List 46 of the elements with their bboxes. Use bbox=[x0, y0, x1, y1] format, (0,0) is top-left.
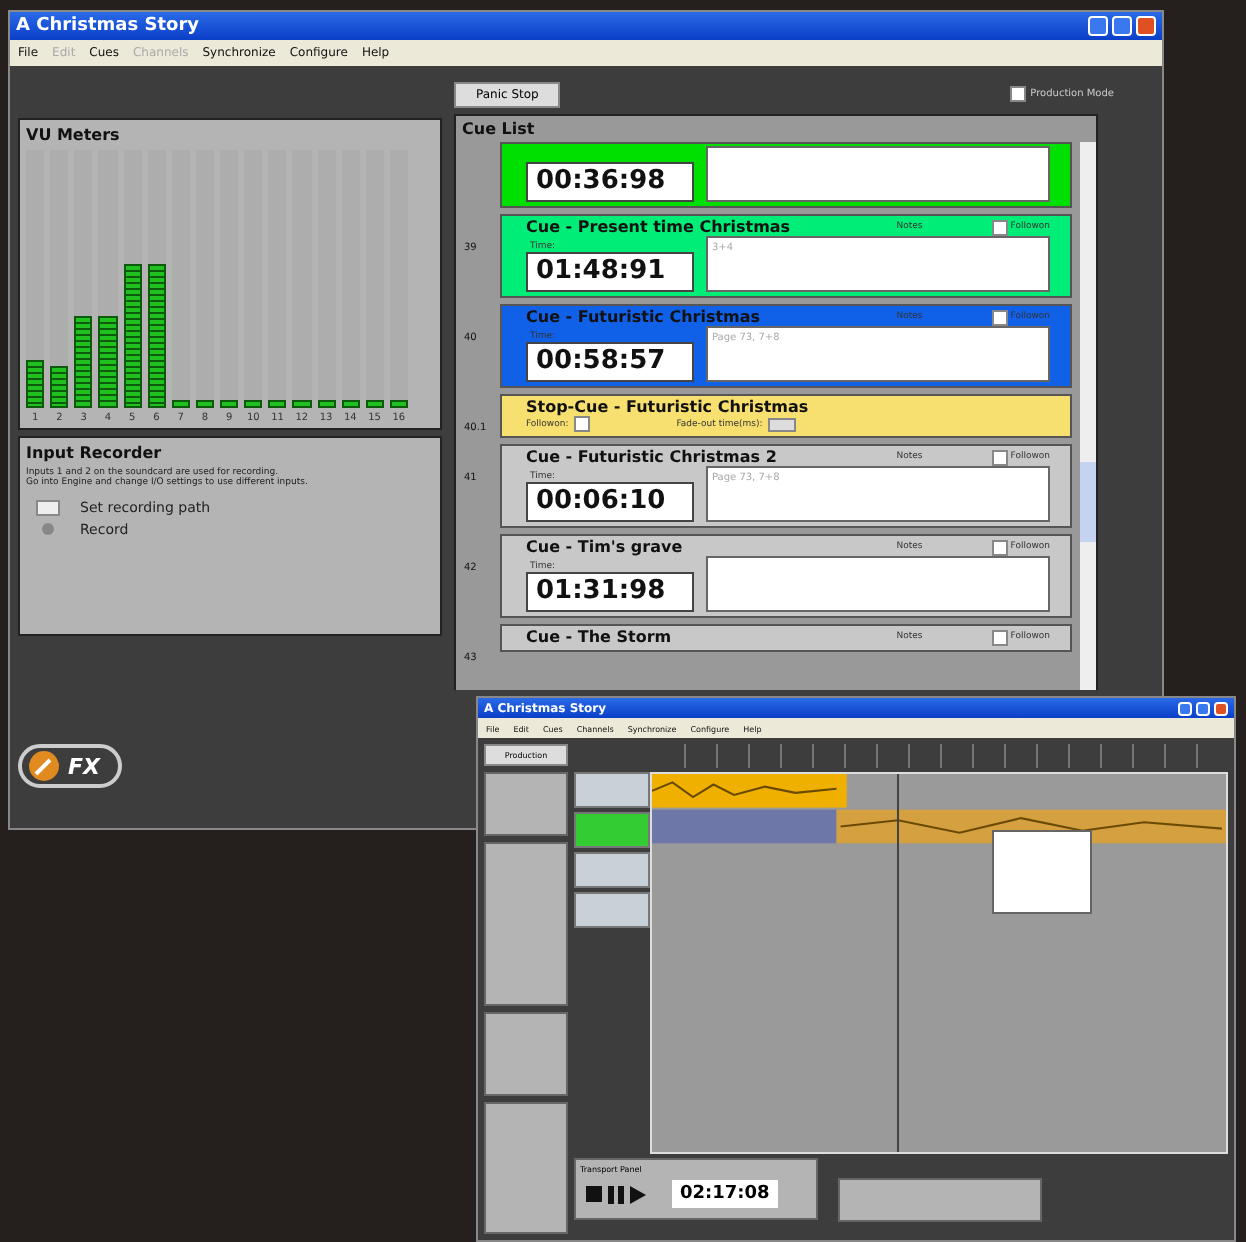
play-icon[interactable] bbox=[630, 1185, 646, 1203]
close-icon[interactable] bbox=[1136, 16, 1156, 36]
settings-panel bbox=[484, 772, 568, 836]
panel-title: Input Recorder bbox=[24, 442, 164, 466]
track-header bbox=[574, 852, 650, 888]
cue-title: Stop-Cue - Futuristic Christmas bbox=[526, 398, 811, 416]
cue-card[interactable]: 00:36:98 bbox=[500, 142, 1072, 208]
cue-title: Cue - Futuristic Christmas bbox=[526, 308, 761, 326]
notes-field[interactable] bbox=[706, 146, 1050, 202]
close-icon[interactable] bbox=[1214, 701, 1228, 715]
scrollbar-thumb[interactable] bbox=[1080, 462, 1096, 542]
checkbox[interactable] bbox=[992, 449, 1009, 465]
pause-icon[interactable] bbox=[608, 1185, 624, 1203]
time-display: 00:06:10 bbox=[526, 482, 694, 522]
wrench-icon bbox=[28, 750, 60, 782]
checkbox[interactable] bbox=[574, 416, 591, 432]
checkbox[interactable] bbox=[992, 629, 1009, 645]
channel-panel bbox=[484, 1102, 568, 1234]
panel-title: Cue List bbox=[460, 118, 537, 142]
track-header bbox=[574, 892, 650, 928]
settings-panel bbox=[484, 1012, 568, 1096]
time-display: 01:31:98 bbox=[526, 572, 694, 612]
window-title: A Christmas Story bbox=[16, 16, 200, 36]
time-display: 00:36:98 bbox=[526, 162, 694, 202]
checkbox[interactable] bbox=[992, 219, 1009, 235]
panel-title: VU Meters bbox=[24, 124, 122, 148]
checkbox[interactable] bbox=[992, 309, 1009, 325]
cue-title: Cue - Present time Christmas bbox=[526, 218, 791, 236]
cue-title: Cue - Futuristic Christmas 2 bbox=[526, 448, 777, 466]
cue-title: Cue - Tim's grave bbox=[526, 538, 683, 556]
record-icon bbox=[36, 520, 60, 538]
maximize-icon[interactable] bbox=[1196, 701, 1210, 715]
time-display: 01:48:91 bbox=[526, 252, 694, 292]
minimize-icon[interactable] bbox=[1178, 701, 1192, 715]
folder-icon bbox=[36, 498, 60, 516]
checkbox[interactable] bbox=[992, 539, 1009, 555]
maximize-icon[interactable] bbox=[1112, 16, 1132, 36]
cue-title: Cue - The Storm bbox=[526, 628, 672, 646]
minimize-icon[interactable] bbox=[1088, 16, 1108, 36]
context-menu bbox=[992, 830, 1092, 914]
notes-field[interactable] bbox=[706, 556, 1050, 612]
checkbox[interactable] bbox=[1010, 86, 1027, 102]
time-display: 00:58:57 bbox=[526, 342, 694, 382]
fx-logo: FX bbox=[18, 744, 122, 788]
time-display: 02:17:08 bbox=[672, 1180, 778, 1208]
input-field[interactable] bbox=[768, 417, 797, 431]
